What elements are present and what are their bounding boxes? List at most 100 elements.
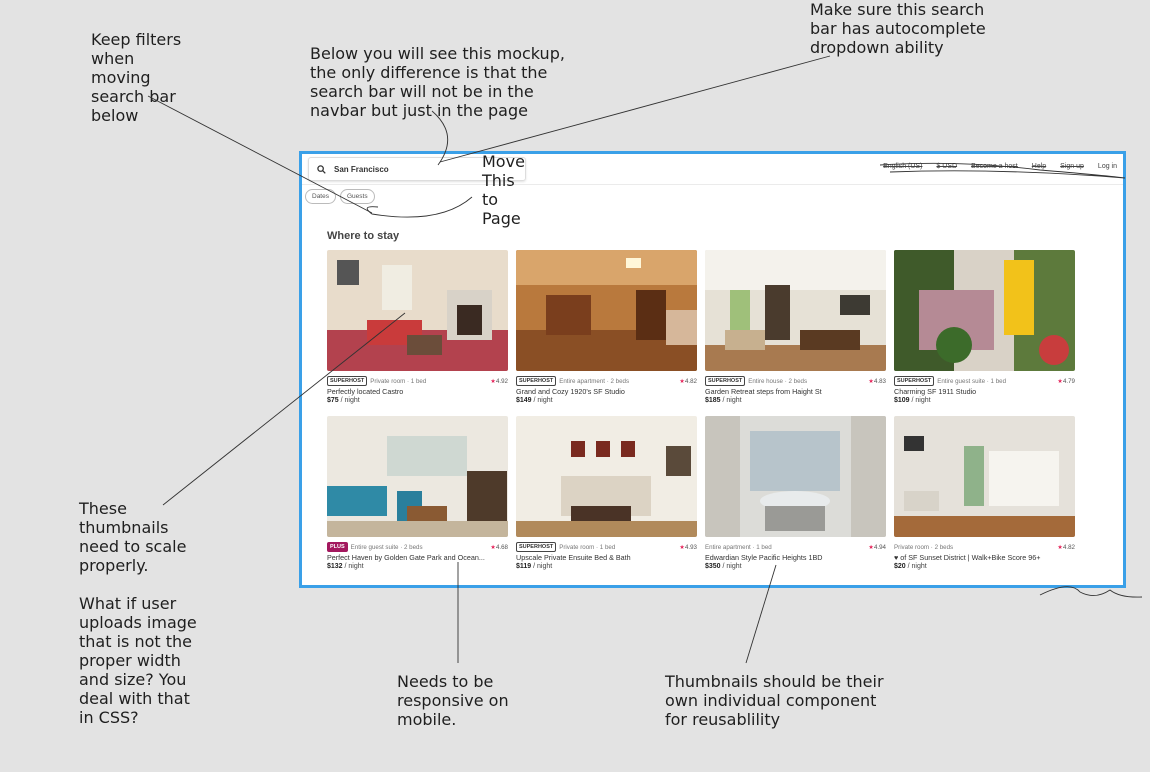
price-unit: / night [720, 397, 742, 404]
listing-photo[interactable] [894, 416, 1075, 537]
listing-title[interactable]: Perfectly located Castro [327, 387, 508, 396]
rating-value: 4.93 [684, 543, 697, 551]
listing-price: $132 / night [327, 563, 508, 570]
listing-price: $119 / night [516, 563, 697, 570]
listing-price: $109 / night [894, 397, 1075, 404]
filter-bar: Dates Guests [305, 189, 375, 204]
listing-title[interactable]: ♥ of SF Sunset District | Walk+Bike Scor… [894, 553, 1075, 562]
plus-badge: PLUS [327, 542, 348, 552]
listing-card[interactable]: SUPERHOST Private room · 1 bed ★4.93 Ups… [516, 416, 697, 570]
listing-rating: ★4.94 [868, 544, 886, 551]
annotation-autocomplete: Make sure this search bar has autocomple… [810, 0, 986, 57]
price-unit: / night [338, 397, 360, 404]
annotation-component: Thumbnails should be their own individua… [665, 672, 884, 729]
rating-value: 4.94 [873, 543, 886, 551]
listing-price: $185 / night [705, 397, 886, 404]
listing-card[interactable]: SUPERHOST Private room · 1 bed ★4.92 Per… [327, 250, 508, 404]
listing-title[interactable]: Grand and Cozy 1920's SF Studio [516, 387, 697, 396]
listing-card[interactable]: Private room · 2 beds ★4.82 ♥ of SF Suns… [894, 416, 1075, 570]
price-unit: / night [905, 563, 927, 570]
listing-meta: Entire apartment · 1 bed ★4.94 [705, 542, 886, 552]
host-badge: SUPERHOST [516, 376, 557, 386]
listing-type: Private room · 1 bed [370, 377, 427, 385]
listing-type: Private room · 1 bed [559, 543, 616, 551]
listing-meta: SUPERHOST Private room · 1 bed ★4.93 [516, 542, 697, 552]
price-unit: / night [342, 563, 364, 570]
annotation-thumbnails: These thumbnails need to scale properly.… [79, 499, 197, 727]
listing-title[interactable]: Charming SF 1911 Studio [894, 387, 1075, 396]
host-badge: SUPERHOST [894, 376, 935, 386]
rating-value: 4.82 [684, 377, 697, 385]
price-value: $350 [705, 563, 721, 570]
listing-rating: ★4.93 [679, 544, 697, 551]
filter-dates[interactable]: Dates [305, 189, 336, 204]
nav-login[interactable]: Log in [1098, 163, 1117, 170]
host-badge: SUPERHOST [516, 542, 557, 552]
nav-currency[interactable]: $ USD [936, 163, 957, 170]
listing-title[interactable]: Garden Retreat steps from Haight St [705, 387, 886, 396]
listing-price: $149 / night [516, 397, 697, 404]
search-input[interactable] [332, 163, 486, 175]
rating-value: 4.92 [495, 377, 508, 385]
listing-grid: SUPERHOST Private room · 1 bed ★4.92 Per… [327, 250, 1077, 570]
listing-title[interactable]: Perfect Haven by Golden Gate Park and Oc… [327, 553, 508, 562]
listing-type: Entire guest suite · 2 beds [350, 543, 423, 551]
listing-type: Entire house · 2 beds [748, 377, 808, 385]
listing-price: $20 / night [894, 563, 1075, 570]
annotation-mockup: Below you will see this mockup, the only… [310, 44, 565, 120]
price-value: $132 [327, 563, 343, 570]
listing-title[interactable]: Upscale Private Ensuite Bed & Bath [516, 553, 697, 562]
listing-card[interactable]: SUPERHOST Entire guest suite · 1 bed ★4.… [894, 250, 1075, 404]
nav-help[interactable]: Help [1032, 163, 1046, 170]
listing-rating: ★4.82 [679, 378, 697, 385]
nav-links: English (US) $ USD Become a host Help Si… [883, 163, 1117, 170]
listing-photo[interactable] [705, 250, 886, 371]
filter-guests[interactable]: Guests [339, 189, 375, 204]
listing-meta: SUPERHOST Entire apartment · 2 beds ★4.8… [516, 376, 697, 386]
rating-value: 4.82 [1062, 543, 1075, 551]
price-unit: / night [531, 563, 553, 570]
price-value: $20 [894, 563, 906, 570]
rating-value: 4.68 [495, 543, 508, 551]
price-unit: / night [720, 563, 742, 570]
listing-type: Private room · 2 beds [894, 543, 954, 551]
price-value: $185 [705, 397, 721, 404]
listing-rating: ★4.79 [1057, 378, 1075, 385]
listing-card[interactable]: Entire apartment · 1 bed ★4.94 Edwardian… [705, 416, 886, 570]
annotation-filters: Keep filters when moving search bar belo… [91, 30, 182, 125]
listing-meta: SUPERHOST Entire guest suite · 1 bed ★4.… [894, 376, 1075, 386]
host-badge: SUPERHOST [327, 376, 368, 386]
listing-photo[interactable] [705, 416, 886, 537]
listing-photo[interactable] [327, 250, 508, 371]
listing-rating: ★4.82 [1057, 544, 1075, 551]
price-value: $149 [516, 397, 532, 404]
rating-value: 4.83 [873, 377, 886, 385]
price-value: $109 [894, 397, 910, 404]
section-title: Where to stay [327, 230, 400, 242]
search-icon [317, 164, 326, 174]
listing-photo[interactable] [327, 416, 508, 537]
price-value: $75 [327, 397, 339, 404]
host-badge: SUPERHOST [705, 376, 746, 386]
mockup-frame: English (US) $ USD Become a host Help Si… [299, 151, 1126, 588]
listing-type: Entire apartment · 1 bed [705, 543, 772, 551]
price-value: $119 [516, 563, 532, 570]
listing-photo[interactable] [516, 250, 697, 371]
nav-become-host[interactable]: Become a host [971, 163, 1018, 170]
nav-language[interactable]: English (US) [883, 163, 922, 170]
nav-signup[interactable]: Sign up [1060, 163, 1084, 170]
annotation-move: Move This to Page [482, 152, 525, 228]
listing-card[interactable]: SUPERHOST Entire apartment · 2 beds ★4.8… [516, 250, 697, 404]
listing-photo[interactable] [894, 250, 1075, 371]
listing-meta: PLUS Entire guest suite · 2 beds ★4.68 [327, 542, 508, 552]
listing-card[interactable]: SUPERHOST Entire house · 2 beds ★4.83 Ga… [705, 250, 886, 404]
listing-meta: SUPERHOST Entire house · 2 beds ★4.83 [705, 376, 886, 386]
listing-rating: ★4.92 [490, 378, 508, 385]
listing-photo[interactable] [516, 416, 697, 537]
annotation-responsive: Needs to be responsive on mobile. [397, 672, 509, 729]
listing-title[interactable]: Edwardian Style Pacific Heights 1BD [705, 553, 886, 562]
listing-meta: SUPERHOST Private room · 1 bed ★4.92 [327, 376, 508, 386]
listing-card[interactable]: PLUS Entire guest suite · 2 beds ★4.68 P… [327, 416, 508, 570]
price-unit: / night [909, 397, 931, 404]
scribble-signature [1039, 586, 1143, 598]
